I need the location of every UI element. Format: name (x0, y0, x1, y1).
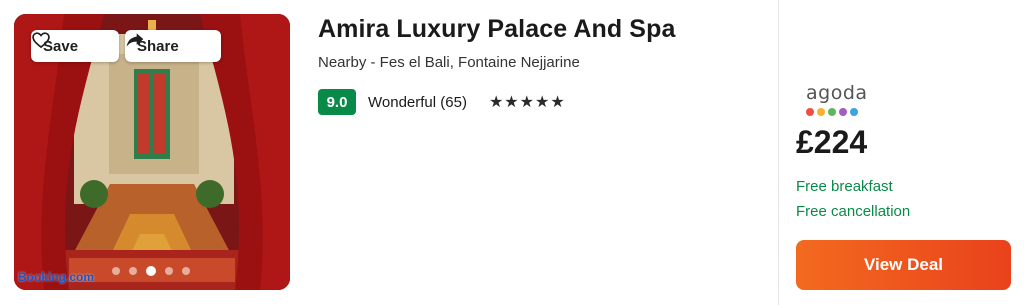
provider-dot (817, 108, 825, 116)
perk-free-cancellation: Free cancellation (796, 203, 911, 220)
provider-dot (839, 108, 847, 116)
provider-logo-dots (806, 108, 878, 116)
deal-price: £224 (796, 124, 868, 160)
provider-dot (828, 108, 836, 116)
hotel-name[interactable]: Amira Luxury Palace And Spa (318, 15, 675, 44)
carousel-dot[interactable] (182, 267, 190, 275)
provider-dot (850, 108, 858, 116)
divider (778, 0, 779, 305)
provider-name: agoda (806, 82, 868, 104)
carousel-dot[interactable] (165, 267, 173, 275)
carousel-dots (112, 266, 190, 276)
carousel-dot[interactable] (129, 267, 137, 275)
provider-dot (806, 108, 814, 116)
share-arrow-icon (126, 33, 144, 47)
perk-free-breakfast: Free breakfast (796, 178, 893, 195)
carousel-dot[interactable] (112, 267, 120, 275)
hotel-result-card: Save Share Booking.com Amira Luxury Pala… (0, 0, 1024, 305)
rating-row: 9.0 Wonderful (65) ★★★★★ (318, 89, 566, 115)
hotel-photo[interactable]: Save Share Booking.com (14, 14, 290, 290)
view-deal-button[interactable]: View Deal (796, 240, 1011, 290)
hotel-location: Nearby - Fes el Bali, Fontaine Nejjarine (318, 54, 580, 71)
share-button[interactable]: Share (125, 30, 221, 62)
photo-source-watermark: Booking.com (18, 270, 95, 284)
provider-logo: agoda (806, 82, 878, 120)
carousel-dot-active[interactable] (146, 266, 156, 276)
save-button[interactable]: Save (31, 30, 119, 62)
rating-label[interactable]: Wonderful (65) (368, 94, 467, 111)
score-badge: 9.0 (318, 89, 356, 115)
star-rating: ★★★★★ (488, 94, 566, 111)
heart-icon (32, 32, 50, 49)
